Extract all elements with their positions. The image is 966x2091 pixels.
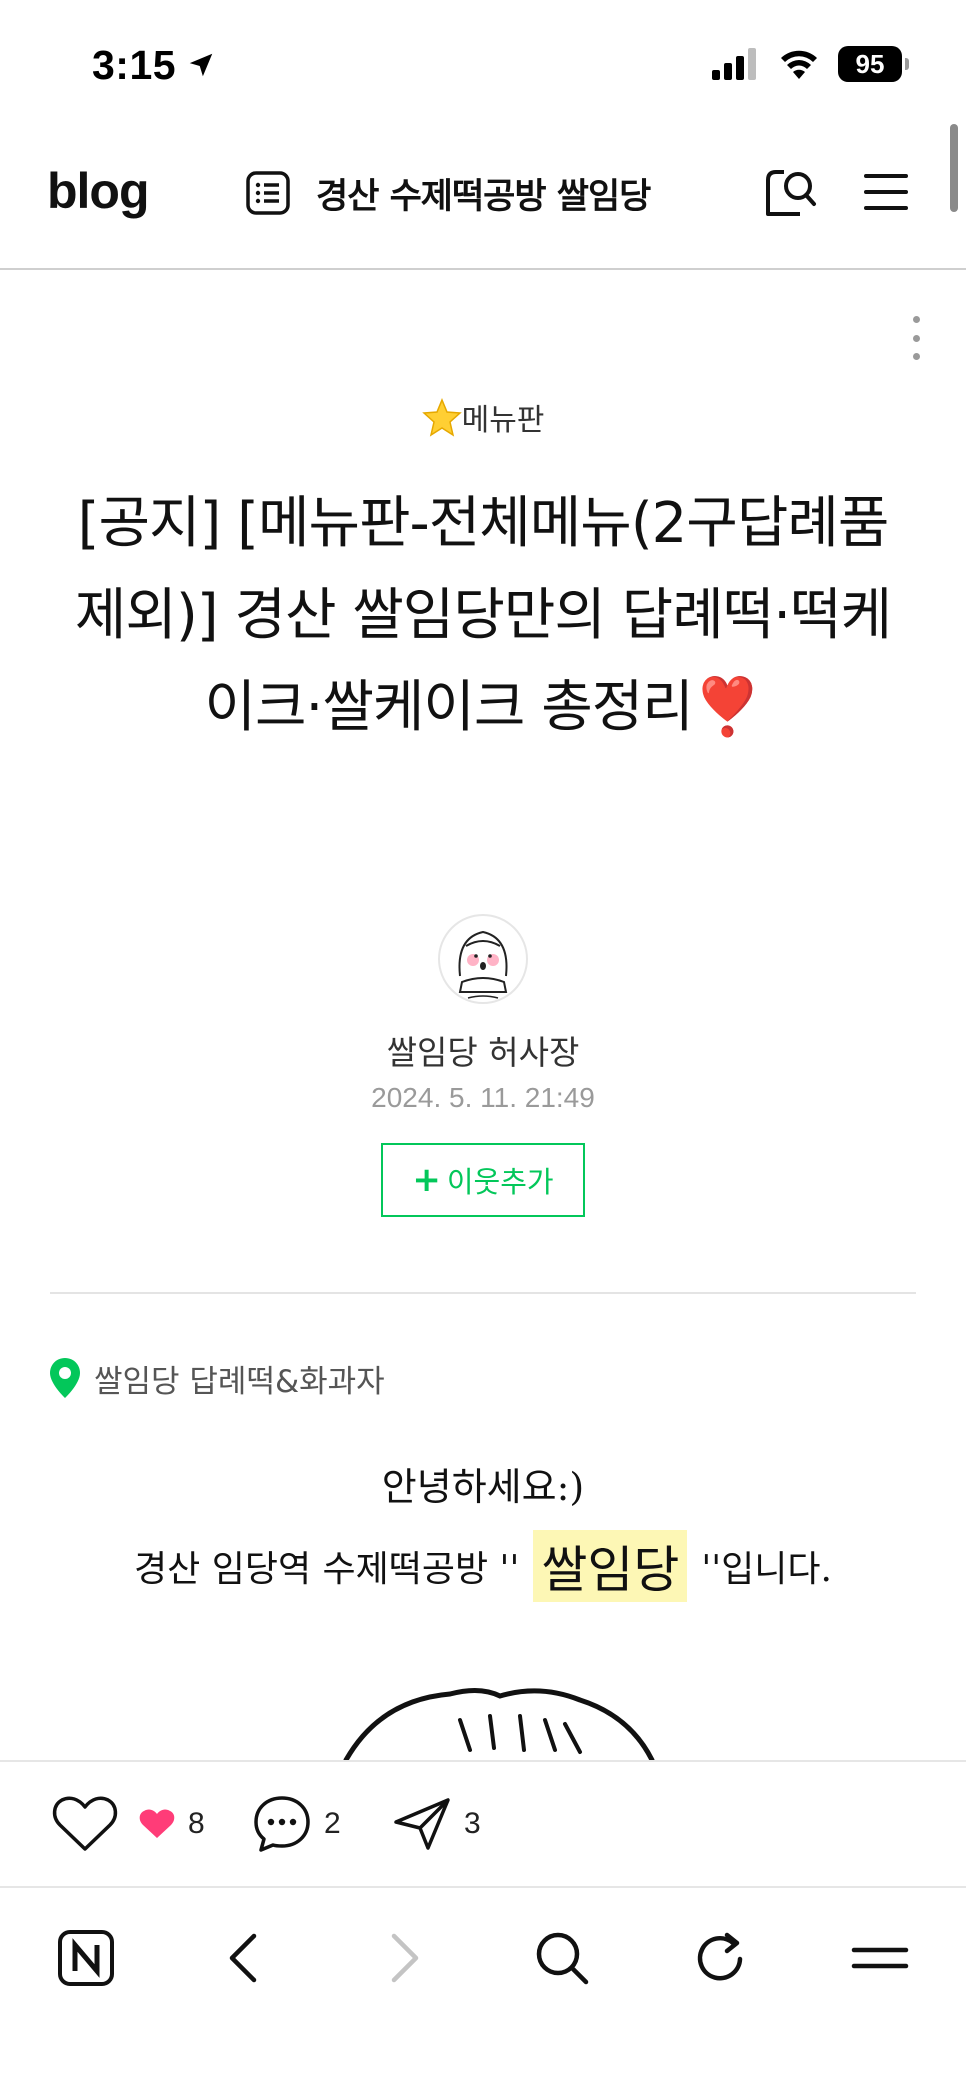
heart-filled-icon <box>139 1809 175 1838</box>
tabs-menu-button[interactable] <box>840 1918 920 1998</box>
list-icon <box>246 171 290 215</box>
more-options-button[interactable] <box>910 316 922 360</box>
heart-exclamation-mark: ❣️ <box>692 675 763 740</box>
wifi-icon <box>781 50 817 79</box>
reload-icon <box>697 1932 743 1981</box>
avatar-illustration-icon <box>458 930 508 999</box>
send-arrow-icon <box>394 1798 450 1850</box>
hamburger-menu-icon <box>864 174 908 210</box>
chevron-right-icon <box>391 1933 419 1983</box>
share-button[interactable]: 3 <box>392 1762 481 1886</box>
two-line-menu-icon <box>851 1947 909 1969</box>
battery-level: 95 <box>855 48 885 79</box>
star-icon <box>421 398 462 437</box>
reload-button[interactable] <box>680 1918 760 1998</box>
magnifier-icon <box>536 1932 589 1985</box>
add-neighbor-label: 이웃추가 <box>446 1165 554 1199</box>
blog-logo[interactable]: blog <box>47 162 150 220</box>
plus-icon: + <box>412 1160 441 1200</box>
search-toolbar-button[interactable] <box>522 1918 602 1998</box>
add-neighbor-button[interactable]: + 이웃추가 <box>381 1143 585 1217</box>
post-divider <box>50 1292 916 1294</box>
comment-button[interactable]: 2 <box>252 1762 341 1886</box>
place-link[interactable]: 쌀임당 답례떡&화과자 <box>48 1354 385 1402</box>
browser-toolbar <box>0 1890 966 2091</box>
heart-outline-icon <box>52 1796 118 1851</box>
naver-n-icon <box>58 1930 114 1986</box>
status-indicators: 95 <box>712 44 909 84</box>
search-icon <box>766 170 816 216</box>
post-title-text: [공지] [메뉴판-전체메뉴(2구답례품 제외)] 경산 쌀임당만의 답례떡·떡… <box>74 491 892 740</box>
post-action-bar: 8 2 3 <box>0 1760 966 1888</box>
menu-button[interactable] <box>862 168 910 216</box>
location-arrow-icon <box>189 53 213 77</box>
intro-prefix: 경산 임당역 수제떡공방 '' <box>134 1549 520 1590</box>
chevron-left-icon <box>229 1933 257 1983</box>
comment-count: 2 <box>324 1807 341 1840</box>
author-name[interactable]: 쌀임당 허사장 <box>0 1026 966 1074</box>
category-label: 메뉴판 <box>461 403 545 438</box>
intro-text: 경산 임당역 수제떡공방 '' 쌀임당 ''입니다. <box>0 1530 966 1602</box>
cellular-signal-icon <box>712 48 756 80</box>
intro-suffix: ''입니다. <box>701 1549 832 1590</box>
like-button[interactable]: 8 <box>52 1762 205 1886</box>
naver-home-button[interactable] <box>46 1918 126 1998</box>
time-text: 3:15 <box>92 41 177 88</box>
like-count: 8 <box>188 1807 205 1840</box>
header-divider <box>0 268 966 270</box>
intro-highlight: 쌀임당 <box>533 1530 688 1602</box>
blog-title: 경산 수제떡공방 쌀임당 <box>316 176 651 217</box>
back-button[interactable] <box>204 1918 284 1998</box>
map-pin-icon <box>50 1358 80 1398</box>
dot <box>912 334 920 342</box>
place-name: 쌀임당 답례떡&화과자 <box>94 1363 385 1400</box>
status-time: 3:15 <box>92 40 216 90</box>
search-button[interactable] <box>758 160 822 224</box>
comment-bubble-icon <box>254 1796 310 1852</box>
post-category[interactable]: 메뉴판 <box>0 395 966 439</box>
avatar[interactable] <box>438 914 528 1004</box>
post-title: [공지] [메뉴판-전체메뉴(2구답례품 제외)] 경산 쌀임당만의 답례떡·떡… <box>60 478 906 754</box>
dot <box>912 316 920 323</box>
sketch-illustration <box>343 1688 655 1760</box>
share-count: 3 <box>464 1807 481 1840</box>
dot <box>912 353 920 360</box>
greeting-text: 안녕하세요:) <box>381 1465 585 1509</box>
forward-button[interactable] <box>364 1918 444 1998</box>
scrollbar-thumb[interactable] <box>950 124 958 212</box>
battery-indicator: 95 <box>838 46 909 82</box>
blog-title-link[interactable]: 경산 수제떡공방 쌀임당 <box>244 163 651 223</box>
post-date: 2024. 5. 11. 21:49 <box>371 1082 595 1113</box>
